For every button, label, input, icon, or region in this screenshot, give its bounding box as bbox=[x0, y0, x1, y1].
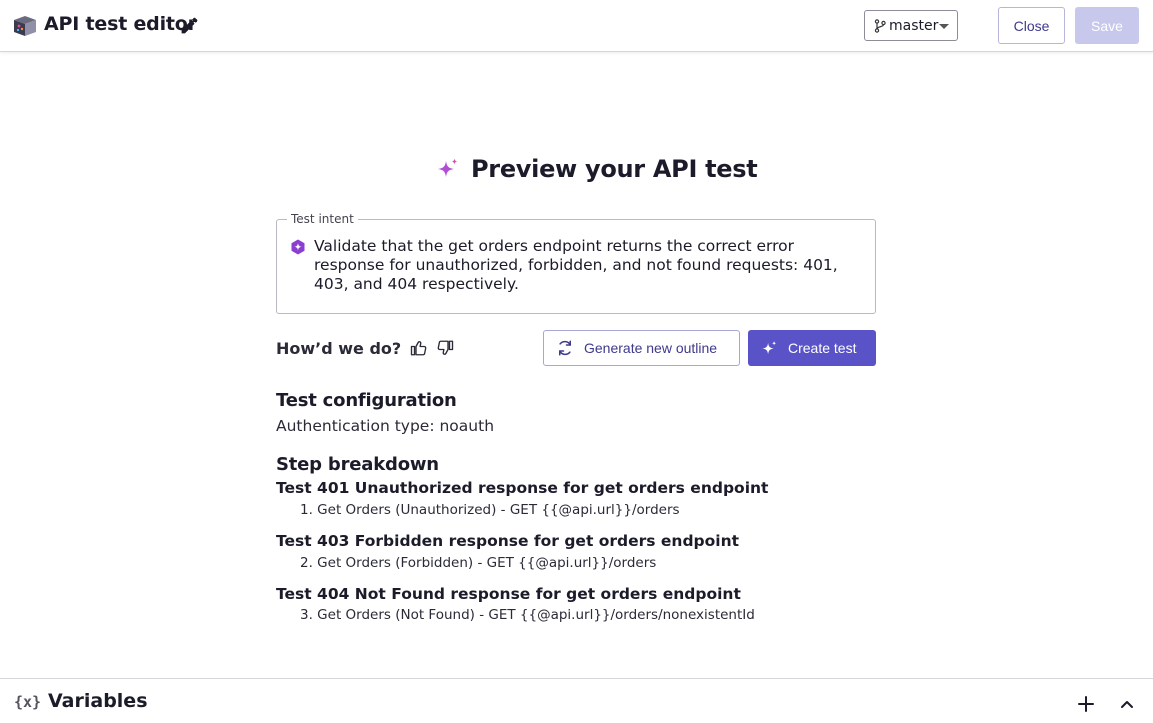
plus-icon[interactable] bbox=[1077, 695, 1095, 713]
page-heading: Preview your API test bbox=[436, 152, 758, 186]
variables-title: Variables bbox=[48, 690, 148, 712]
step-detail: 2. Get Orders (Forbidden) - GET {{@api.u… bbox=[300, 555, 657, 571]
ai-badge-icon bbox=[291, 239, 305, 255]
app-logo-icon bbox=[14, 16, 36, 36]
caret-down-icon bbox=[939, 24, 949, 29]
branch-label: master bbox=[889, 17, 939, 34]
generate-outline-button[interactable]: Generate new outline bbox=[543, 330, 740, 366]
test-intent-label: Test intent bbox=[287, 212, 358, 226]
step-detail: 3. Get Orders (Not Found) - GET {{@api.u… bbox=[300, 607, 755, 623]
test-intent-field[interactable]: Test intent Validate that the get orders… bbox=[276, 212, 876, 314]
create-test-label: Create test bbox=[788, 340, 857, 356]
generate-outline-label: Generate new outline bbox=[584, 340, 718, 356]
thumbs-down-icon[interactable] bbox=[436, 339, 454, 357]
page-title: Preview your API test bbox=[471, 155, 758, 183]
chevron-up-icon[interactable] bbox=[1119, 696, 1135, 712]
top-bar: API test editor master Close Save bbox=[0, 0, 1153, 52]
sparkle-icon bbox=[438, 158, 458, 177]
variables-panel-bar[interactable]: {x} Variables bbox=[0, 678, 1153, 723]
step-title: Test 404 Not Found response for get orde… bbox=[276, 585, 741, 603]
step-breakdown-heading: Step breakdown bbox=[276, 454, 439, 475]
sparkle-icon bbox=[762, 340, 777, 354]
thumbs-up-icon[interactable] bbox=[410, 339, 428, 357]
step-title: Test 401 Unauthorized response for get o… bbox=[276, 479, 769, 497]
step-title: Test 403 Forbidden response for get orde… bbox=[276, 532, 740, 550]
feedback-row: How’d we do? bbox=[276, 338, 462, 358]
app-title: API test editor bbox=[44, 13, 197, 35]
refresh-icon bbox=[559, 340, 571, 356]
close-button[interactable]: Close bbox=[998, 7, 1065, 44]
feedback-question: How’d we do? bbox=[276, 338, 402, 358]
save-button[interactable]: Save bbox=[1075, 7, 1139, 44]
step-detail: 1. Get Orders (Unauthorized) - GET {{@ap… bbox=[300, 502, 680, 518]
branch-selector[interactable]: master bbox=[864, 10, 958, 41]
variables-icon: {x} bbox=[14, 693, 42, 711]
test-intent-text: Validate that the get orders endpoint re… bbox=[314, 237, 838, 293]
branch-icon bbox=[874, 18, 886, 33]
create-test-button[interactable]: Create test bbox=[748, 330, 876, 366]
test-configuration-heading: Test configuration bbox=[276, 390, 457, 411]
authentication-type: Authentication type: noauth bbox=[276, 417, 495, 435]
pencil-icon[interactable] bbox=[179, 15, 200, 36]
